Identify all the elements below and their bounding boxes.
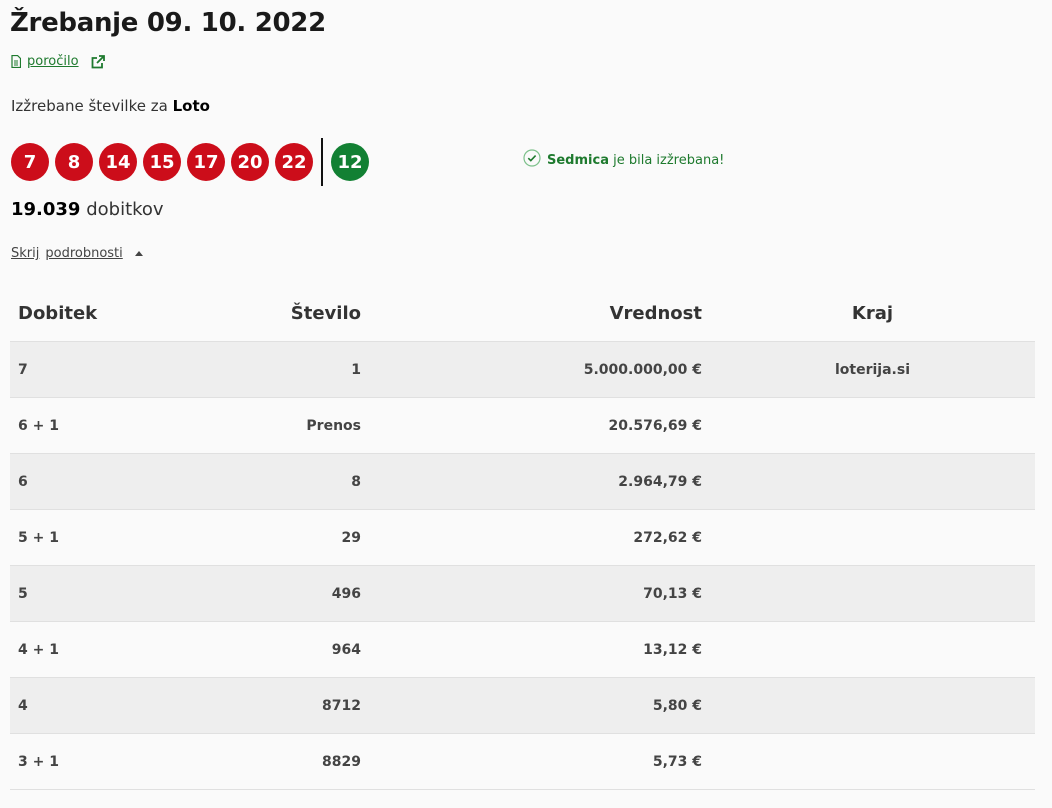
number-ball: 14 [99, 143, 137, 181]
cell-kraj [710, 397, 1035, 454]
table-header-row: Dobitek Število Vrednost Kraj [10, 285, 1035, 342]
number-ball: 17 [187, 143, 225, 181]
cell-stevilo: 496 [261, 565, 369, 622]
cell-vrednost: 70,13 € [369, 565, 710, 622]
table-row: 6 + 1 Prenos 20.576,69 € [10, 397, 1035, 454]
cell-stevilo: 8829 [261, 733, 369, 790]
cell-vrednost: 272,62 € [369, 509, 710, 566]
draw-results-page: Žrebanje 09. 10. 2022 poročilo Izžrebane… [0, 0, 1052, 808]
table-row: 7 1 5.000.000,00 € loterija.si [10, 341, 1035, 398]
cell-dobitek: 5 [10, 565, 261, 622]
number-ball: 7 [11, 143, 49, 181]
table-row: 4 + 1 964 13,12 € [10, 621, 1035, 678]
cell-stevilo: 29 [261, 509, 369, 566]
cell-stevilo: 1 [261, 341, 369, 398]
table-row: 6 8 2.964,79 € [10, 453, 1035, 510]
cell-kraj [710, 733, 1035, 790]
caret-up-icon[interactable] [134, 251, 143, 256]
toggle-word-details[interactable]: podrobnosti [45, 246, 122, 261]
cell-stevilo: 8 [261, 453, 369, 510]
table-row: 4 8712 5,80 € [10, 677, 1035, 734]
number-ball: 8 [55, 143, 93, 181]
drawn-numbers: 7 8 14 15 17 20 22 12 [11, 138, 375, 186]
col-header-vrednost: Vrednost [609, 302, 702, 324]
toggle-word-hide[interactable]: Skrij [11, 246, 39, 261]
winners-number: 19.039 [11, 199, 81, 220]
cell-dobitek: 6 [10, 453, 261, 510]
table-row: 5 + 1 29 272,62 € [10, 509, 1035, 566]
drawn-numbers-label: Izžrebane številke za Loto [11, 97, 210, 115]
number-ball: 20 [231, 143, 269, 181]
cell-kraj [710, 565, 1035, 622]
col-header-kraj: Kraj [851, 302, 894, 324]
cell-kraj [710, 453, 1035, 510]
cell-kraj [710, 621, 1035, 678]
cell-vrednost: 5.000.000,00 € [369, 341, 710, 398]
sedmica-text: Sedmica je bila izžrebana! [547, 153, 724, 168]
winners-label: dobitkov [86, 199, 164, 220]
cell-stevilo: 8712 [261, 677, 369, 734]
drawn-label-prefix: Izžrebane številke za [11, 97, 168, 115]
cell-dobitek: 5 + 1 [10, 509, 261, 566]
number-ball: 15 [143, 143, 181, 181]
cell-vrednost: 13,12 € [369, 621, 710, 678]
number-ball: 22 [275, 143, 313, 181]
cell-dobitek: 4 [10, 677, 261, 734]
sedmica-name: Sedmica [547, 152, 609, 168]
col-header-dobitek: Dobitek [18, 302, 98, 324]
col-header-stevilo: Število [290, 302, 361, 324]
hide-details-toggle[interactable]: Skrij podrobnosti [11, 246, 143, 261]
cell-stevilo: 964 [261, 621, 369, 678]
cell-kraj [710, 509, 1035, 566]
numbers-divider [321, 138, 323, 186]
cell-vrednost: 20.576,69 € [369, 397, 710, 454]
cell-dobitek: 4 + 1 [10, 621, 261, 678]
cell-kraj: loterija.si [710, 341, 1035, 398]
cell-vrednost: 2.964,79 € [369, 453, 710, 510]
report-link-row[interactable]: poročilo [11, 54, 105, 69]
game-name: Loto [172, 97, 210, 115]
extra-number-ball: 12 [331, 143, 369, 181]
cell-vrednost: 5,80 € [369, 677, 710, 734]
external-link-icon[interactable] [91, 54, 105, 69]
cell-dobitek: 3 + 1 [10, 733, 261, 790]
cell-dobitek: 6 + 1 [10, 397, 261, 454]
document-icon [11, 55, 21, 68]
sedmica-message: je bila izžrebana! [613, 152, 725, 168]
sedmica-status: Sedmica je bila izžrebana! [523, 149, 724, 171]
cell-stevilo: Prenos [261, 397, 369, 454]
report-link[interactable]: poročilo [27, 54, 79, 69]
check-circle-icon [523, 149, 541, 171]
table-row: 5 496 70,13 € [10, 565, 1035, 622]
cell-kraj [710, 677, 1035, 734]
prize-table: Dobitek Število Vrednost Kraj 7 1 5.000.… [10, 285, 1035, 790]
cell-vrednost: 5,73 € [369, 733, 710, 790]
table-row: 3 + 1 8829 5,73 € [10, 733, 1035, 790]
page-title: Žrebanje 09. 10. 2022 [10, 8, 326, 38]
cell-dobitek: 7 [10, 341, 261, 398]
winners-count: 19.039 dobitkov [11, 199, 164, 220]
